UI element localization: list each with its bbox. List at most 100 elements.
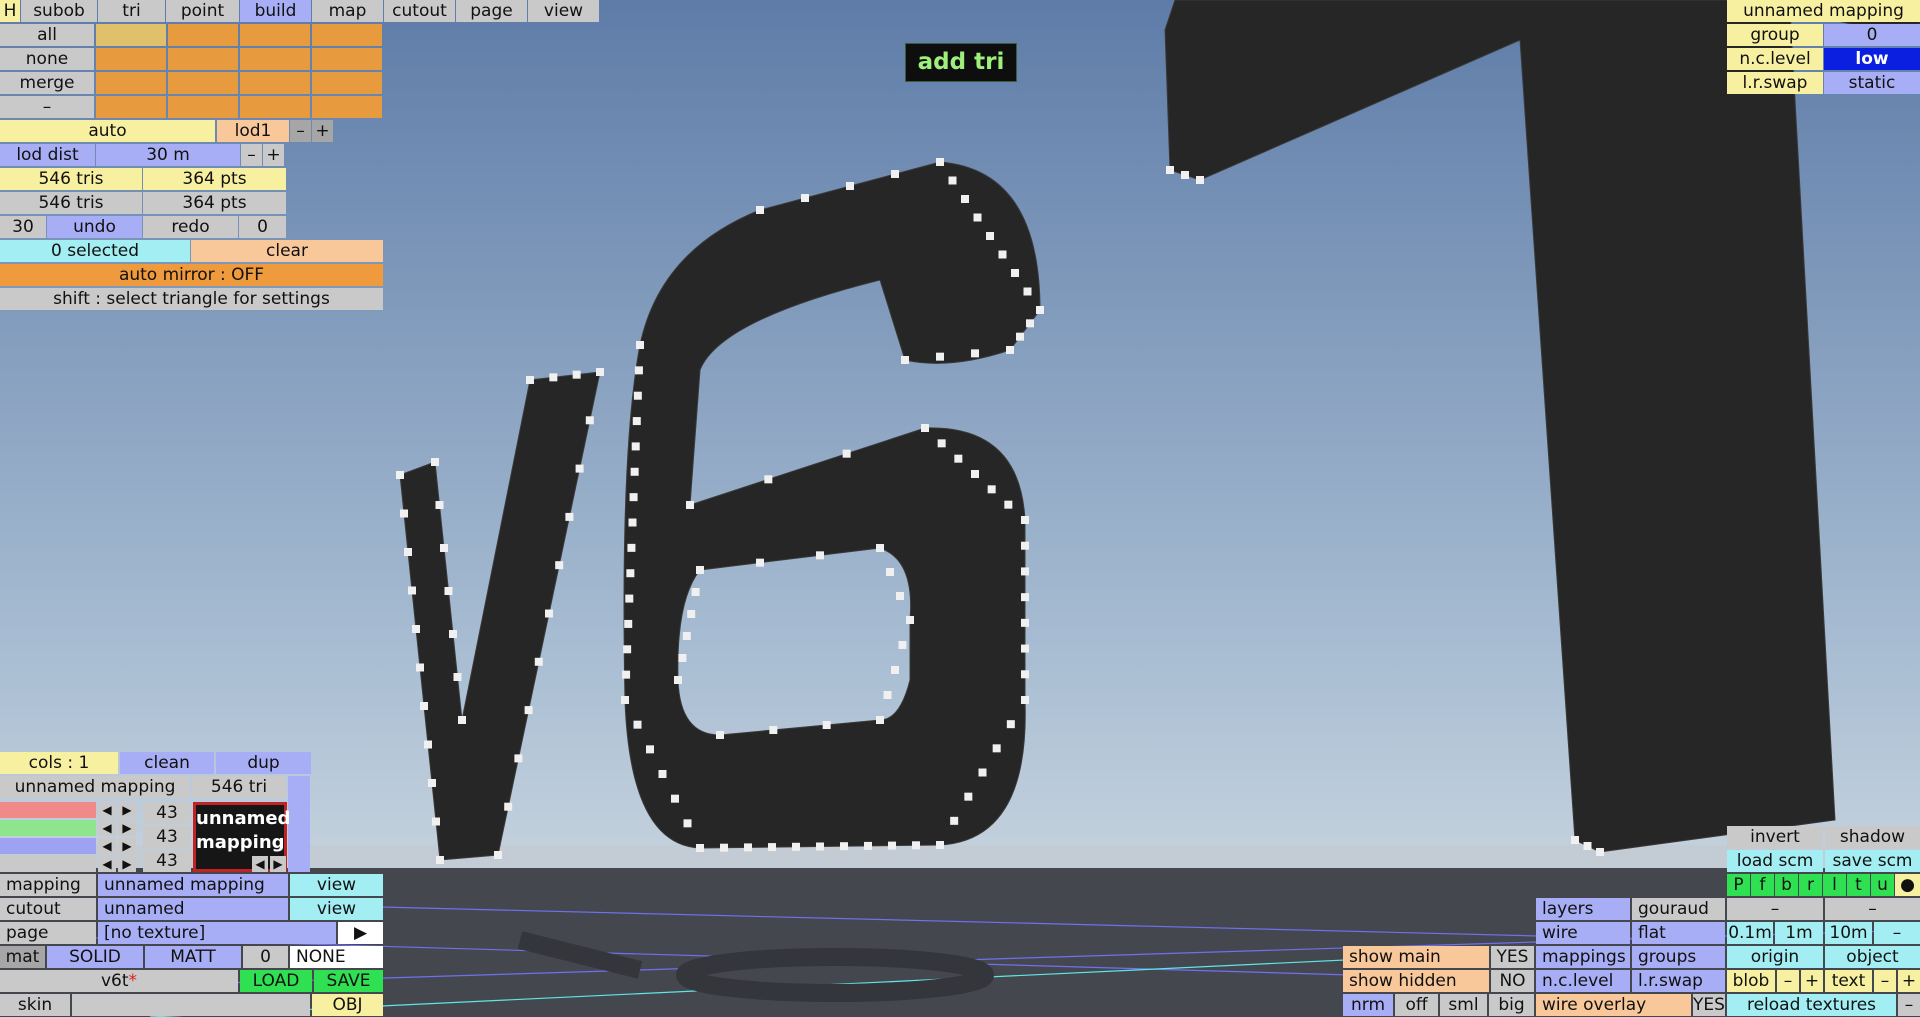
vertex-marker[interactable] bbox=[626, 569, 635, 578]
tab-build[interactable]: build bbox=[240, 0, 311, 22]
group-swatch[interactable] bbox=[312, 72, 382, 94]
lr-swap-value[interactable]: static bbox=[1824, 72, 1920, 94]
vertex-marker[interactable] bbox=[987, 485, 996, 494]
vertex-marker[interactable] bbox=[883, 691, 892, 699]
vertex-marker[interactable] bbox=[1596, 848, 1604, 856]
vertex-marker[interactable] bbox=[1181, 171, 1189, 179]
vertex-marker[interactable] bbox=[1021, 644, 1029, 653]
tab-map[interactable]: map bbox=[312, 0, 383, 22]
red-left-arrow-icon[interactable]: ◀ bbox=[98, 802, 116, 818]
vertex-marker[interactable] bbox=[1036, 306, 1044, 314]
flat-button[interactable]: flat bbox=[1632, 922, 1725, 944]
green-left-arrow-icon[interactable]: ◀ bbox=[98, 820, 116, 836]
show-hidden-toggle[interactable]: NO bbox=[1491, 970, 1534, 992]
obj-button[interactable]: OBJ bbox=[312, 994, 383, 1016]
none-field[interactable]: NONE bbox=[290, 946, 383, 968]
group-swatch[interactable] bbox=[312, 48, 382, 70]
vertex-marker[interactable] bbox=[623, 645, 632, 654]
lod-dist-plus[interactable]: + bbox=[263, 144, 284, 166]
vertex-marker[interactable] bbox=[696, 844, 704, 852]
file-name[interactable]: v6t* bbox=[0, 970, 238, 992]
vertex-marker[interactable] bbox=[622, 670, 631, 679]
vertex-marker[interactable] bbox=[440, 544, 448, 552]
vertex-marker[interactable] bbox=[494, 851, 502, 859]
vertex-marker[interactable] bbox=[769, 726, 778, 734]
vertex-marker[interactable] bbox=[992, 744, 1001, 753]
group-swatch[interactable] bbox=[168, 96, 238, 118]
vertex-marker[interactable] bbox=[633, 720, 642, 729]
vertex-marker[interactable] bbox=[1196, 176, 1204, 184]
tab-view[interactable]: view bbox=[528, 0, 599, 22]
blue-right-arrow-icon[interactable]: ▶ bbox=[118, 838, 136, 854]
vertex-marker[interactable] bbox=[435, 501, 444, 509]
vertex-marker[interactable] bbox=[674, 676, 682, 684]
auto-button[interactable]: auto bbox=[0, 120, 215, 142]
vertex-marker[interactable] bbox=[1583, 842, 1592, 850]
vertex-marker[interactable] bbox=[396, 471, 404, 479]
vertex-marker[interactable] bbox=[691, 588, 700, 596]
vertex-marker[interactable] bbox=[458, 716, 466, 724]
cutout-row-value[interactable]: unnamed bbox=[98, 898, 288, 920]
gouraud-button[interactable]: gouraud bbox=[1632, 898, 1725, 920]
vertex-marker[interactable] bbox=[971, 470, 979, 478]
group-swatch[interactable] bbox=[96, 96, 166, 118]
vertex-marker[interactable] bbox=[572, 370, 581, 379]
mat-number[interactable]: 0 bbox=[243, 946, 288, 968]
view-flag-f[interactable]: f bbox=[1751, 874, 1774, 896]
alpha-channel-slider[interactable] bbox=[0, 856, 96, 872]
group-swatch[interactable] bbox=[96, 48, 166, 70]
mapping-view-button[interactable]: view bbox=[290, 874, 383, 896]
vertex-marker[interactable] bbox=[596, 368, 604, 376]
tab-cutout[interactable]: cutout bbox=[384, 0, 455, 22]
group-swatch[interactable] bbox=[96, 24, 166, 46]
group-swatch[interactable] bbox=[168, 72, 238, 94]
vertex-marker[interactable] bbox=[801, 194, 809, 202]
vertex-marker[interactable] bbox=[630, 467, 639, 476]
play-icon[interactable]: ▶ bbox=[338, 922, 383, 944]
view-flag-P[interactable]: P bbox=[1727, 874, 1750, 896]
vertex-marker[interactable] bbox=[575, 464, 584, 473]
vertex-marker[interactable] bbox=[444, 587, 453, 595]
vertex-marker[interactable] bbox=[816, 551, 824, 560]
mapping-row-value[interactable]: unnamed mapping bbox=[98, 874, 288, 896]
vertex-marker[interactable] bbox=[629, 493, 638, 502]
vertex-marker[interactable] bbox=[627, 543, 636, 552]
vertex-marker[interactable] bbox=[964, 792, 973, 801]
vertex-marker[interactable] bbox=[504, 802, 513, 811]
layers-button[interactable]: layers bbox=[1536, 898, 1630, 920]
vertex-marker[interactable] bbox=[526, 376, 534, 384]
group-value[interactable]: 0 bbox=[1824, 24, 1920, 46]
vertex-marker[interactable] bbox=[514, 754, 523, 763]
group-swatch[interactable] bbox=[240, 48, 310, 70]
reload-minus-button[interactable]: – bbox=[1898, 994, 1920, 1016]
vertex-marker[interactable] bbox=[948, 176, 957, 185]
tab-point[interactable]: point bbox=[166, 0, 239, 22]
vertex-marker[interactable] bbox=[453, 673, 462, 681]
vertex-marker[interactable] bbox=[431, 458, 439, 466]
vertex-marker[interactable] bbox=[1006, 720, 1015, 729]
view-flag-l[interactable]: l bbox=[1823, 874, 1846, 896]
show-main-toggle[interactable]: YES bbox=[1491, 946, 1534, 968]
nc-level-value[interactable]: low bbox=[1824, 48, 1920, 70]
vertex-marker[interactable] bbox=[792, 842, 800, 851]
dash-button[interactable]: – bbox=[0, 96, 94, 118]
vertex-marker[interactable] bbox=[424, 740, 432, 749]
blue-channel-slider[interactable] bbox=[0, 838, 96, 854]
wire-overlay-toggle[interactable]: YES bbox=[1693, 994, 1725, 1016]
wire-button[interactable]: wire bbox=[1536, 922, 1630, 944]
vertex-marker[interactable] bbox=[624, 619, 633, 628]
vertex-marker[interactable] bbox=[687, 610, 696, 618]
text-minus-button[interactable]: – bbox=[1874, 970, 1896, 992]
skin-button[interactable]: skin bbox=[0, 994, 70, 1016]
step-10m-button[interactable]: 10m bbox=[1825, 922, 1872, 944]
big-button[interactable]: big bbox=[1489, 994, 1534, 1016]
vertex-marker[interactable] bbox=[950, 816, 959, 825]
group-swatch[interactable] bbox=[240, 24, 310, 46]
vertex-marker[interactable] bbox=[921, 424, 929, 432]
vertex-marker[interactable] bbox=[412, 625, 420, 633]
vertex-marker[interactable] bbox=[658, 770, 667, 778]
vertex-marker[interactable] bbox=[756, 558, 764, 567]
dup-button[interactable]: dup bbox=[216, 752, 311, 774]
step-0-1m-button[interactable]: 0.1m bbox=[1727, 922, 1773, 944]
vertex-marker[interactable] bbox=[973, 213, 982, 222]
